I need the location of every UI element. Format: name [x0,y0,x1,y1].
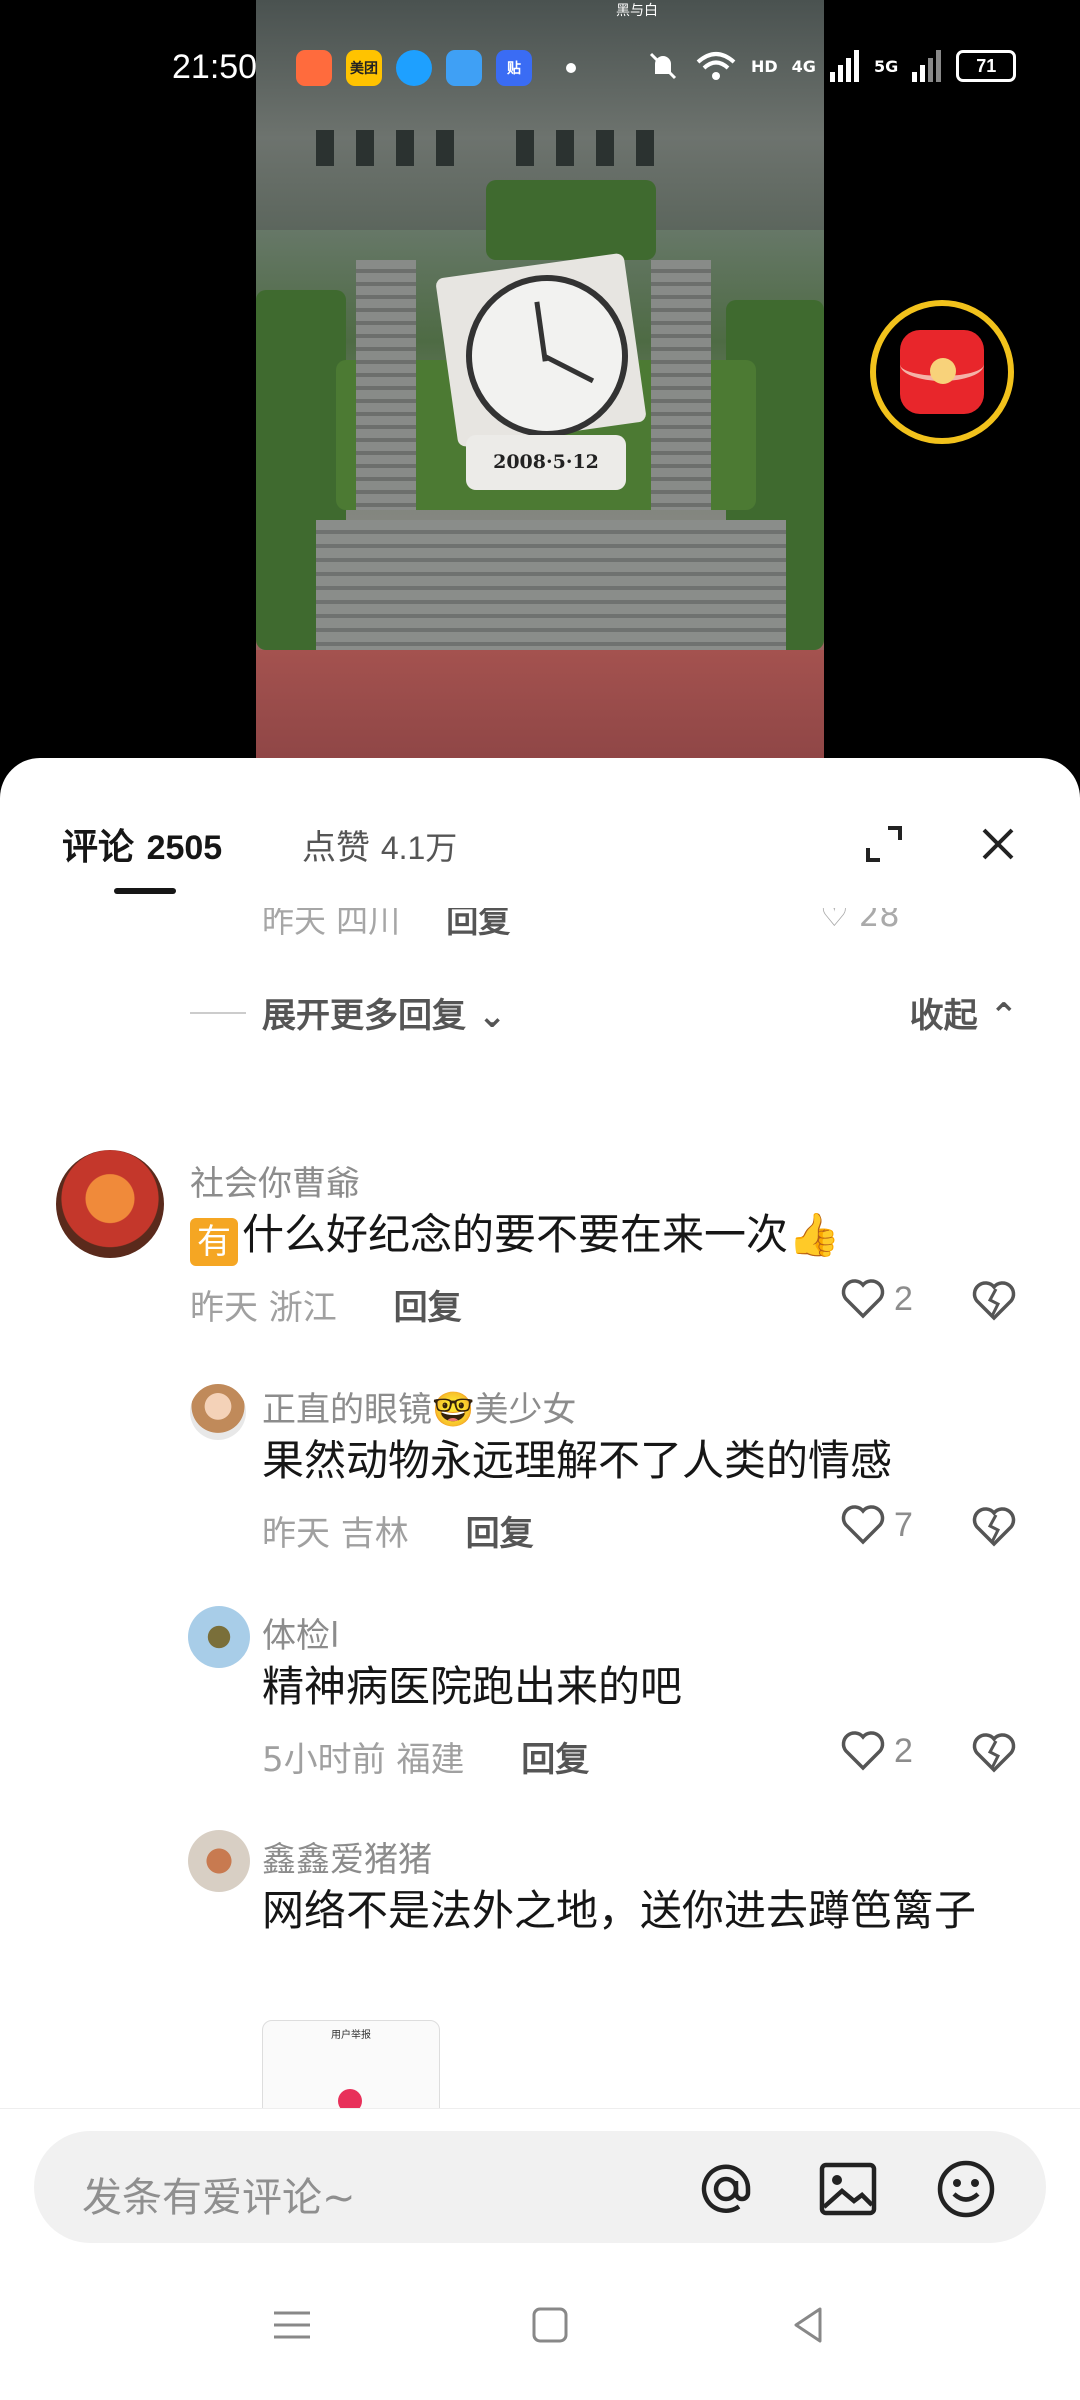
like-button[interactable]: 2 [840,1730,913,1772]
comment-username[interactable]: 鑫鑫爱猪猪 [262,1832,432,1881]
chevron-up-icon: ⌃ [989,996,1019,1036]
like-count: 2 [894,1279,913,1318]
heart-icon [841,1505,885,1545]
heart-icon [841,1731,885,1771]
prev-like-count: 28 [858,908,900,934]
comment-input[interactable]: 发条有爱评论~ [34,2131,1046,2243]
comment-meta: 昨天 浙江 回复 [190,1280,462,1329]
comment-body: 什么好纪念的要不要在来一次👍 [242,1210,841,1259]
comment-username[interactable]: 体检l [262,1608,339,1657]
system-icons: HD 4G 5G 71 [645,48,1017,84]
more-dot-icon [566,63,576,73]
meituan-icon: 美团 [346,50,382,86]
comment-meta: 昨天 吉林 回复 [262,1506,534,1555]
like-count: 7 [894,1505,913,1544]
prev-meta-text: 昨天 四川 [262,908,401,940]
badge-label: 有 [190,1218,238,1266]
home-icon[interactable] [528,2303,572,2347]
tab-likes-count: 4.1万 [380,830,458,866]
notification-icons: 美团 贴 [296,50,596,86]
tab-comments[interactable]: 评论 2505 [62,818,222,870]
comment-sheet: 评论 2505 点赞 4.1万 昨天 四川 回复 ♡ 28 展开更多回复 ⌄ 收… [0,758,1080,2400]
menu-icon[interactable] [270,2303,314,2347]
signal-5g-icon [912,50,942,82]
comment-time-location: 昨天 浙江 [190,1288,337,1328]
comment-time-location: 昨天 吉林 [262,1514,409,1554]
avatar[interactable] [190,1384,246,1440]
tie-icon: 贴 [496,50,532,86]
avatar[interactable] [56,1150,164,1258]
hd-label: HD [751,56,778,76]
fullscreen-icon[interactable] [862,822,906,866]
like-count: 2 [894,1731,913,1770]
prev-comment-meta: 昨天 四川 回复 [262,908,510,942]
comment-input-placeholder: 发条有爱评论~ [82,2175,356,2221]
comment-text: 精神病医院跑出来的吧 [262,1662,683,1711]
comment-input-bar: 发条有爱评论~ [0,2108,1080,2259]
date-plaque: 2008·5·12 [466,435,626,490]
system-nav-bar [0,2263,1080,2400]
reply-button[interactable]: 回复 [521,1740,589,1780]
reply-button[interactable]: 回复 [466,1514,534,1554]
expand-more-label: 展开更多回复 [262,996,466,1036]
wifi-icon [696,52,736,80]
close-icon[interactable] [978,824,1018,864]
qq-icon [396,50,432,86]
signal-icon [829,50,859,82]
collapse-label: 收起 [909,996,978,1036]
weather-icon [446,50,482,86]
tab-likes-label: 点赞 [302,828,370,868]
comment-list[interactable]: 昨天 四川 回复 ♡ 28 展开更多回复 ⌄ 收起 ⌃ 社会你曹爺 有什么好纪念的… [0,908,1080,2256]
comment-text: 果然动物永远理解不了人类的情感 [262,1436,893,1485]
like-button[interactable]: 2 [840,1278,913,1320]
dislike-icon[interactable] [972,1732,1016,1776]
image-icon[interactable] [816,2157,880,2221]
collapse-button[interactable]: 收起 ⌃ [910,988,1018,1037]
tab-likes[interactable]: 点赞 4.1万 [302,820,457,869]
back-icon[interactable] [786,2303,830,2347]
dislike-icon[interactable] [972,1280,1016,1324]
comment-text: 网络不是法外之地，送你进去蹲笆篱子 [262,1886,977,1935]
thumb-header: 用户举报 [331,2030,371,2041]
avatar[interactable] [188,1606,250,1668]
comment-username[interactable]: 社会你曹爺 [190,1156,360,1205]
comment-username[interactable]: 正直的眼镜🤓美少女 [262,1382,576,1431]
network-5g-label: 5G [873,56,899,76]
heart-icon [841,1279,885,1319]
tab-comments-label: 评论 [62,827,135,868]
heart-icon: ♡ [820,908,849,934]
app-orange-icon [296,50,332,86]
mute-icon [649,52,677,80]
battery-indicator: 71 [956,50,1017,82]
expand-replies-row: 展开更多回复 ⌄ 收起 ⌃ [190,988,1070,1038]
network-4g-label: 4G [791,56,816,76]
divider [190,1012,246,1014]
comment-meta: 5小时前 福建 回复 [262,1732,589,1781]
expand-more-replies-button[interactable]: 展开更多回复 ⌄ [262,988,506,1037]
tab-comments-count: 2505 [146,829,223,867]
mention-icon[interactable] [694,2157,758,2221]
prev-like-button[interactable]: ♡ 28 [820,908,900,934]
chevron-down-icon: ⌄ [477,996,507,1036]
red-packet-button[interactable] [870,300,1014,444]
emoji-icon[interactable] [934,2157,998,2221]
comment-text: 有什么好纪念的要不要在来一次👍 [190,1204,1010,1266]
active-tab-indicator [114,888,176,894]
prev-reply-button[interactable]: 回复 [446,908,510,940]
sheet-header: 评论 2505 点赞 4.1万 [0,758,1080,898]
avatar[interactable] [188,1830,250,1892]
status-bar: 21:50 美团 贴 HD 4G 5G 71 [0,0,1080,140]
red-packet-icon [900,330,984,414]
comment-time-location: 5小时前 福建 [262,1740,465,1780]
dislike-icon[interactable] [972,1506,1016,1550]
reply-button[interactable]: 回复 [394,1288,462,1328]
status-time: 21:50 [172,48,258,86]
like-button[interactable]: 7 [840,1504,913,1546]
